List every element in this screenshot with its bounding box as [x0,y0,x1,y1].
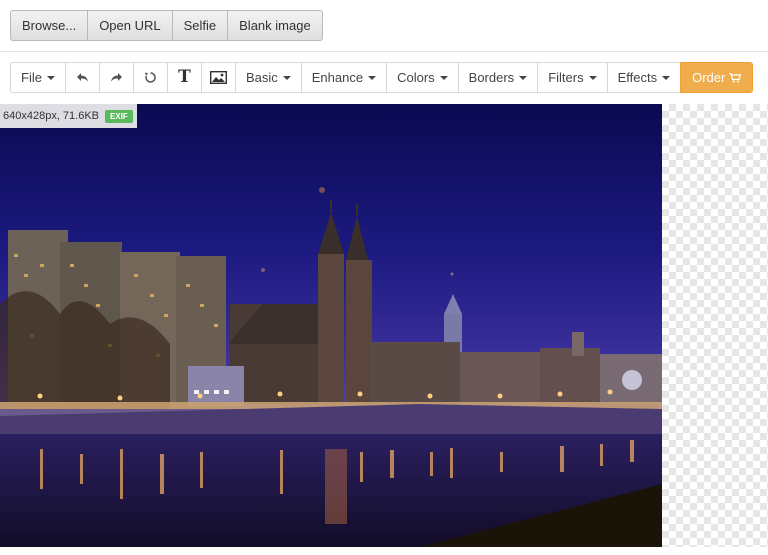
file-menu-label: File [21,70,42,85]
photo-canvas[interactable]: 640x428px, 71.6KB EXIF [0,104,662,547]
colors-menu-label: Colors [397,70,435,85]
editor-toolbar-area: File T Basic Enhance Colors Borders Filt… [0,52,768,104]
borders-menu-button[interactable]: Borders [457,62,539,93]
selfie-button[interactable]: Selfie [171,10,229,41]
file-menu-button[interactable]: File [10,62,66,93]
colors-menu-button[interactable]: Colors [386,62,459,93]
basic-menu-label: Basic [245,70,278,85]
transparency-checkerboard [662,104,768,547]
open-url-button[interactable]: Open URL [87,10,173,41]
order-button[interactable]: Order [680,62,754,93]
reset-icon [144,72,156,83]
chevron-down-icon [368,75,377,80]
source-bar: Browse... Open URL Selfie Blank image [0,0,768,52]
text-icon: T [178,67,191,87]
cart-icon [729,72,742,83]
reset-button[interactable] [132,62,168,93]
order-label: Order [692,70,726,85]
image-dimensions-size: 640x428px, 71.6KB [3,110,100,122]
blank-image-button[interactable]: Blank image [227,10,323,41]
effects-menu-button[interactable]: Effects [606,62,682,93]
redo-button[interactable] [98,62,134,93]
chevron-down-icon [46,75,55,80]
filters-menu-button[interactable]: Filters [537,62,608,93]
image-info-badge: 640x428px, 71.6KB EXIF [0,104,137,128]
exif-badge[interactable]: EXIF [105,109,133,123]
basic-menu-button[interactable]: Basic [234,62,302,93]
add-image-button[interactable] [200,62,236,93]
chevron-down-icon [519,75,528,80]
undo-icon [76,73,88,82]
night-city-photo [0,104,662,547]
editor-toolbar: File T Basic Enhance Colors Borders Filt… [10,62,754,93]
enhance-menu-label: Enhance [311,70,364,85]
chevron-down-icon [439,75,448,80]
image-icon [209,71,227,84]
canvas-area[interactable]: 640x428px, 71.6KB EXIF [0,104,768,555]
effects-menu-label: Effects [617,70,658,85]
source-button-group: Browse... Open URL Selfie Blank image [10,10,323,41]
chevron-down-icon [588,75,597,80]
add-text-button[interactable]: T [166,62,202,93]
undo-button[interactable] [64,62,100,93]
filters-menu-label: Filters [548,70,584,85]
enhance-menu-button[interactable]: Enhance [300,62,388,93]
redo-icon [110,73,122,82]
chevron-down-icon [662,75,671,80]
borders-menu-label: Borders [468,70,515,85]
chevron-down-icon [282,75,291,80]
browse-button[interactable]: Browse... [10,10,89,41]
